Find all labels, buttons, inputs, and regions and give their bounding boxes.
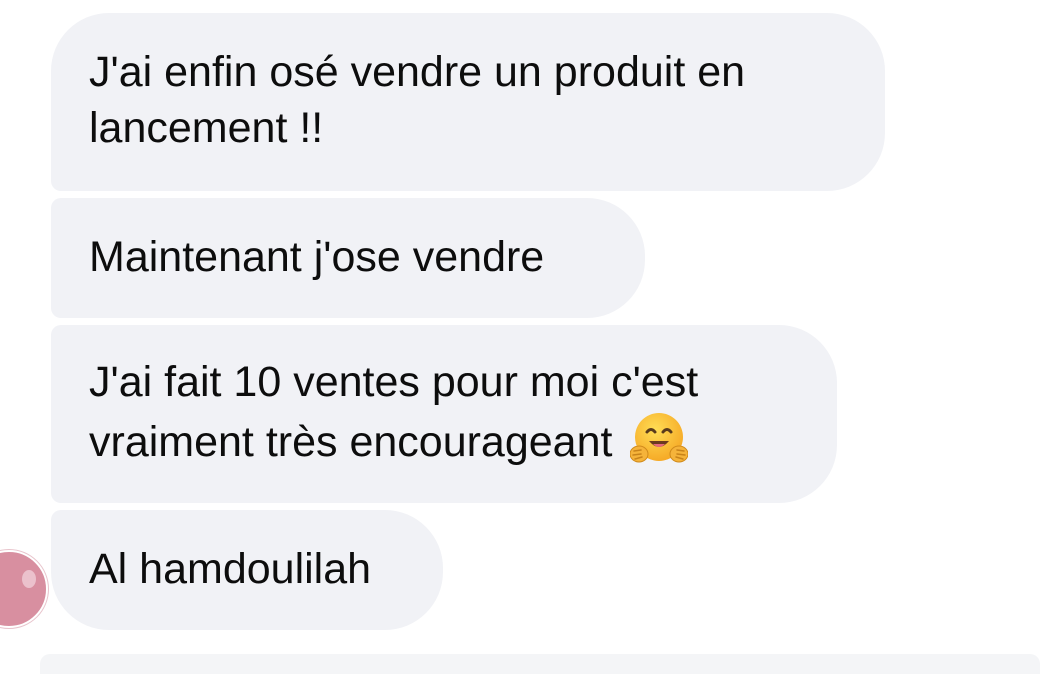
message-text-line: Al hamdoulilah bbox=[89, 545, 372, 593]
message-text-line: lancement !! bbox=[89, 104, 324, 152]
hugging-face-icon bbox=[629, 410, 689, 468]
message-bubble[interactable]: J'ai fait 10 ventes pour moi c'est vraim… bbox=[51, 325, 837, 503]
message-text-line: J'ai enfin osé vendre un produit en bbox=[89, 48, 746, 96]
message-bubble[interactable]: J'ai enfin osé vendre un produit en lanc… bbox=[51, 13, 885, 191]
message-text-line-with-emoji: vraiment très encourageant bbox=[89, 410, 799, 470]
avatar[interactable] bbox=[0, 550, 48, 628]
composer-edge bbox=[40, 654, 1040, 674]
message-text: vraiment très encourageant bbox=[89, 418, 613, 466]
avatar-highlight bbox=[22, 570, 36, 588]
message-thread: J'ai enfin osé vendre un produit en lanc… bbox=[0, 0, 1053, 674]
message-text-line: J'ai fait 10 ventes pour moi c'est bbox=[89, 358, 699, 406]
message-text-line: Maintenant j'ose vendre bbox=[89, 233, 545, 281]
message-bubble[interactable]: Al hamdoulilah bbox=[51, 510, 443, 630]
message-bubble[interactable]: Maintenant j'ose vendre bbox=[51, 198, 645, 318]
